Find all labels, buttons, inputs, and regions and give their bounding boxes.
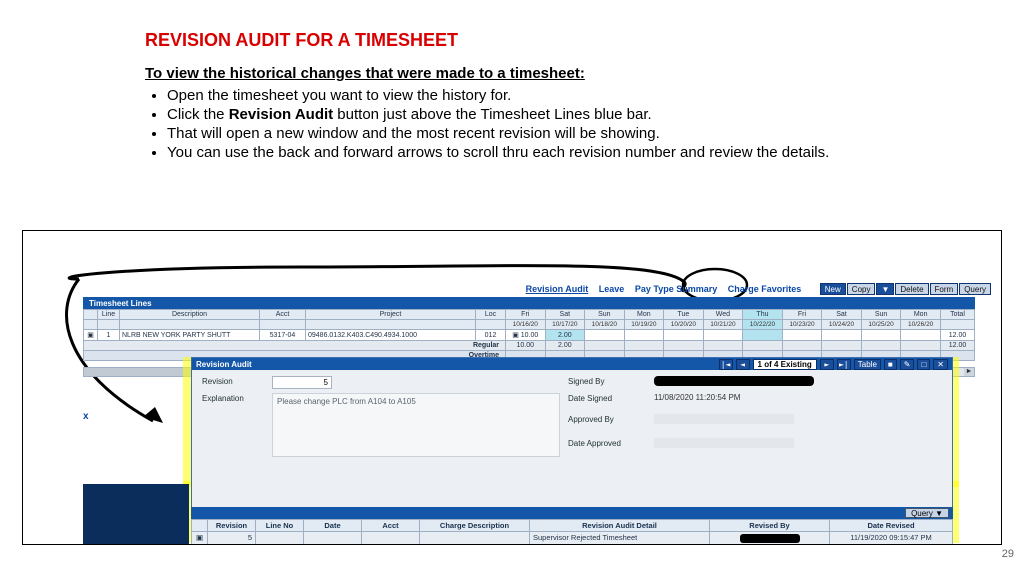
nav-prev-button[interactable]: ◄ <box>736 359 750 370</box>
toolbar-icon[interactable]: ■ <box>884 359 897 370</box>
date-signed-value: 11/08/2020 11:20:54 PM <box>654 393 942 402</box>
revision-label: Revision <box>202 376 264 386</box>
toolbar-links: Revision Audit Leave Pay Type Summary Ch… <box>83 283 995 297</box>
toolbar-icon[interactable]: ✎ <box>900 359 915 370</box>
table-row[interactable]: ▣ 1 NLRB NEW YORK PARTY SHUTT 5317-04 09… <box>84 330 975 341</box>
signed-by-redacted <box>654 376 814 386</box>
record-counter: 1 of 4 Existing <box>753 359 817 370</box>
bullet: You can use the back and forward arrows … <box>167 143 1015 162</box>
revision-audit-titlebar: Revision Audit |◄ ◄ 1 of 4 Existing ► ►|… <box>192 358 952 370</box>
annotation-x-mark: x <box>83 411 89 422</box>
approved-by-value <box>654 414 794 424</box>
detail-toolbar: Query ▼ <box>191 507 953 519</box>
revision-detail-grid: Revision Line No Date Acct Charge Descri… <box>191 519 953 545</box>
regular-row: Regular 10.002.00 12.00 <box>84 341 975 351</box>
left-dark-panel <box>83 484 189 544</box>
copy-button[interactable]: Copy <box>847 283 876 295</box>
bullet: That will open a new window and the most… <box>167 124 1015 143</box>
bullet: Open the timesheet you want to view the … <box>167 86 1015 105</box>
table-view-button[interactable]: Table <box>854 359 881 370</box>
signed-by-label: Signed By <box>568 376 646 386</box>
timesheet-grid: Line Description Acct Project Loc FriSat… <box>83 309 975 361</box>
date-approved-value <box>654 438 794 448</box>
scroll-right-arrow-icon[interactable]: ► <box>964 368 974 376</box>
form-button[interactable]: Form <box>930 283 959 295</box>
explanation-textarea[interactable]: Please change PLC from A104 to A105 <box>272 393 560 457</box>
date-signed-label: Date Signed <box>568 393 646 403</box>
nav-last-button[interactable]: ►| <box>837 359 851 370</box>
toolbar-icon[interactable]: □ <box>917 359 930 370</box>
link-revision-audit[interactable]: Revision Audit <box>522 284 593 294</box>
copy-dropdown[interactable]: ▼ <box>876 283 894 295</box>
decor-stripe-blue <box>0 0 89 238</box>
approved-by-label: Approved By <box>568 414 646 424</box>
bullet: Click the Revision Audit button just abo… <box>167 105 1015 124</box>
new-button[interactable]: New <box>820 283 846 295</box>
delete-button[interactable]: Delete <box>895 283 928 295</box>
section-subhead: To view the historical changes that were… <box>145 65 1015 82</box>
instruction-list: Open the timesheet you want to view the … <box>145 86 1015 162</box>
page-title: REVISION AUDIT FOR A TIMESHEET <box>145 30 1015 51</box>
nav-next-button[interactable]: ► <box>820 359 834 370</box>
link-charge-favorites[interactable]: Charge Favorites <box>724 284 806 294</box>
explanation-label: Explanation <box>202 393 264 403</box>
link-leave[interactable]: Leave <box>595 284 629 294</box>
date-approved-label: Date Approved <box>568 438 646 448</box>
decor-stripe-gray <box>0 0 54 246</box>
link-paytype-summary[interactable]: Pay Type Summary <box>631 284 721 294</box>
detail-query-button[interactable]: Query ▼ <box>905 508 949 518</box>
timesheet-lines-bar: Timesheet Lines <box>83 297 975 309</box>
close-icon[interactable]: ✕ <box>933 359 948 370</box>
revision-field[interactable] <box>272 376 332 389</box>
page-number: 29 <box>1002 548 1014 560</box>
table-row[interactable]: ▣ 5 Supervisor Rejected Timesheet 11/19/… <box>192 532 953 545</box>
revised-by-redacted <box>740 534 800 543</box>
embedded-screenshot: Revision Audit Leave Pay Type Summary Ch… <box>22 230 1002 545</box>
nav-first-button[interactable]: |◄ <box>719 359 733 370</box>
query-button[interactable]: Query <box>959 283 991 295</box>
